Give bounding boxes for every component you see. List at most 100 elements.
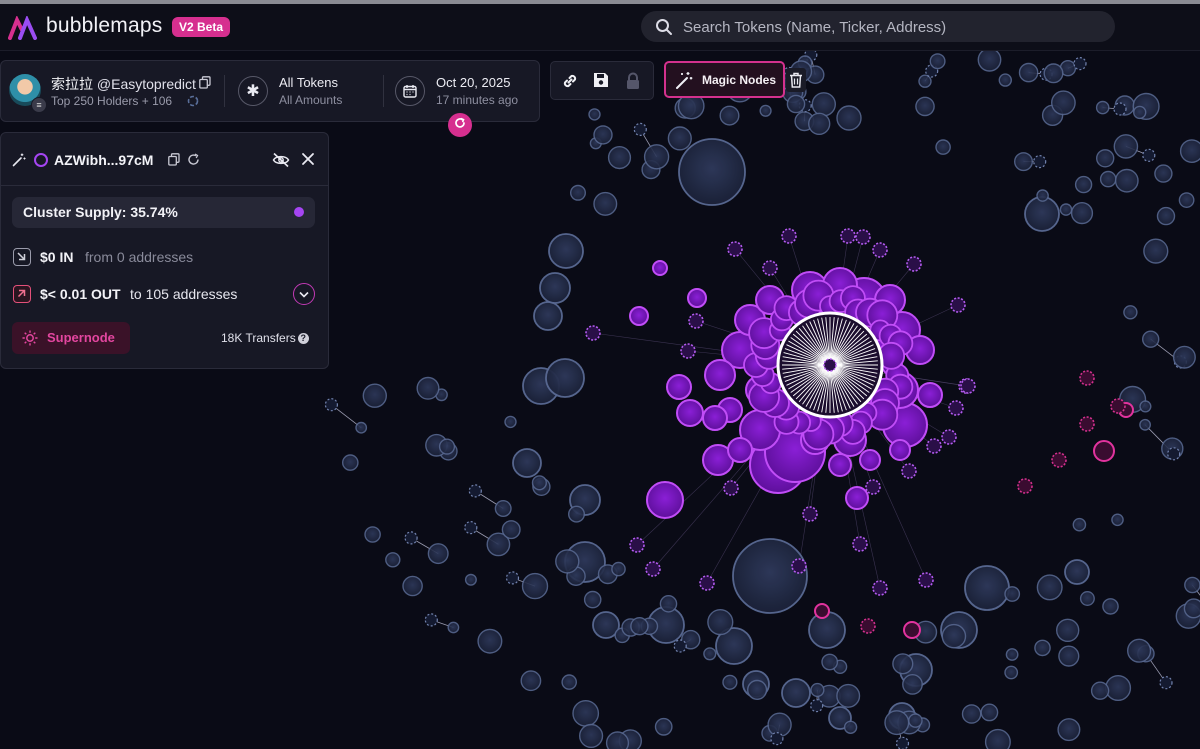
holder-bubble[interactable] <box>1123 305 1138 320</box>
holder-bubble[interactable] <box>1139 400 1152 413</box>
holder-bubble[interactable] <box>1057 718 1081 742</box>
save-icon[interactable] <box>593 72 609 88</box>
holder-bubble[interactable] <box>605 731 630 749</box>
holder-bubble[interactable] <box>732 538 808 614</box>
holder-bubble[interactable] <box>746 679 768 700</box>
holder-bubble[interactable] <box>722 674 738 690</box>
magic-nodes-button[interactable]: Magic Nodes <box>664 61 785 98</box>
holder-bubble[interactable] <box>570 184 587 201</box>
lock-icon[interactable] <box>625 72 641 90</box>
holder-bubble[interactable] <box>1099 170 1117 188</box>
holder-bubble[interactable] <box>810 682 825 698</box>
holder-bubble[interactable] <box>561 674 578 690</box>
holder-bubble[interactable] <box>707 608 734 636</box>
holder-bubble[interactable] <box>1004 665 1019 680</box>
snapshot-date[interactable]: Oct 20, 2025 <box>436 75 510 90</box>
help-icon[interactable]: ? <box>297 333 309 344</box>
holder-bubble[interactable] <box>1105 675 1132 702</box>
copy-icon[interactable] <box>199 76 211 89</box>
holder-bubble[interactable] <box>1095 100 1110 115</box>
holder-bubble[interactable] <box>555 549 580 574</box>
holder-bubble[interactable] <box>781 678 811 708</box>
holder-bubble[interactable] <box>607 146 632 170</box>
holder-bubble[interactable] <box>1004 586 1021 602</box>
holder-bubble[interactable] <box>416 376 440 400</box>
holder-bubble[interactable] <box>1043 63 1064 84</box>
logo-icon[interactable] <box>8 16 40 40</box>
holder-bubble[interactable] <box>998 73 1012 87</box>
holder-bubble[interactable] <box>494 500 512 518</box>
holder-bubble[interactable] <box>821 653 839 671</box>
holder-bubble[interactable] <box>941 623 967 649</box>
holder-bubble[interactable] <box>593 191 618 216</box>
holder-bubble[interactable] <box>385 552 401 568</box>
calendar-icon[interactable] <box>395 76 425 106</box>
close-icon[interactable] <box>301 152 315 166</box>
holder-bubble[interactable] <box>341 454 359 471</box>
holder-bubble[interactable] <box>984 728 1011 749</box>
holder-bubble[interactable] <box>1156 206 1176 226</box>
holder-bubble[interactable] <box>1014 152 1034 172</box>
holder-bubble[interactable] <box>719 105 740 126</box>
external-link-icon[interactable] <box>187 153 200 166</box>
holder-bubble[interactable] <box>1058 645 1080 667</box>
holder-bubble[interactable] <box>1113 134 1139 159</box>
holder-bubble[interactable] <box>402 575 423 597</box>
holder-bubble[interactable] <box>1090 681 1110 700</box>
holder-bubble[interactable] <box>1154 164 1173 183</box>
holder-bubble[interactable] <box>611 561 626 577</box>
holder-bubble[interactable] <box>786 94 806 114</box>
holder-bubble[interactable] <box>1172 345 1196 369</box>
tokens-filter-label[interactable]: All Tokens <box>279 75 338 90</box>
holder-bubble[interactable] <box>1179 139 1200 163</box>
holder-bubble[interactable] <box>808 611 846 649</box>
holder-bubble[interactable] <box>935 139 951 155</box>
holder-bubble[interactable] <box>1139 418 1152 431</box>
holder-bubble[interactable] <box>630 617 649 636</box>
expand-outflows-button[interactable] <box>293 283 315 305</box>
holder-bubble[interactable] <box>533 301 563 331</box>
holder-bubble[interactable] <box>643 144 670 170</box>
holder-bubble[interactable] <box>583 590 602 609</box>
copy-icon[interactable] <box>168 153 180 166</box>
holder-bubble[interactable] <box>572 700 600 727</box>
token-search[interactable] <box>641 11 1115 44</box>
holder-bubble[interactable] <box>364 526 381 543</box>
brand-name[interactable]: bubblemaps <box>46 14 162 38</box>
holder-bubble[interactable] <box>464 573 477 586</box>
holder-bubble[interactable] <box>548 233 584 269</box>
holder-bubble[interactable] <box>1183 598 1200 619</box>
holder-bubble[interactable] <box>1036 574 1063 601</box>
holder-bubble[interactable] <box>915 96 935 117</box>
holder-bubble[interactable] <box>1018 62 1039 83</box>
holder-bubble[interactable] <box>438 438 456 455</box>
holder-bubble[interactable] <box>836 683 861 708</box>
holder-bubble[interactable] <box>811 92 836 117</box>
refresh-button[interactable] <box>448 113 472 137</box>
trash-button[interactable] <box>786 68 806 92</box>
holder-bubble[interactable] <box>843 720 858 734</box>
holder-bubble[interactable] <box>1178 192 1195 209</box>
holder-bubble[interactable] <box>1143 238 1169 264</box>
holder-bubble[interactable] <box>1064 559 1090 585</box>
holder-bubble[interactable] <box>1059 203 1073 216</box>
holder-bubble[interactable] <box>892 653 914 675</box>
holder-bubble[interactable] <box>1024 196 1060 232</box>
holder-bubble[interactable] <box>961 704 982 724</box>
holder-bubble[interactable] <box>521 572 549 600</box>
holder-bubble[interactable] <box>578 723 604 748</box>
holder-bubble[interactable] <box>1102 598 1119 615</box>
link-icon[interactable] <box>561 72 579 90</box>
holder-bubble[interactable] <box>759 104 772 117</box>
holder-bubble[interactable] <box>964 565 1010 611</box>
holder-bubble[interactable] <box>703 647 717 661</box>
user-handle[interactable]: @Easytopredict <box>97 76 196 92</box>
transfers-count[interactable]: 18K Transfers? <box>221 331 309 345</box>
holder-bubble[interactable] <box>501 520 521 540</box>
holder-bubble[interactable] <box>539 272 571 304</box>
holder-bubble[interactable] <box>588 108 601 121</box>
holder-bubble[interactable] <box>1074 175 1093 194</box>
holder-bubble[interactable] <box>767 712 792 737</box>
holder-bubble[interactable] <box>520 670 542 692</box>
holder-bubble[interactable] <box>568 505 586 523</box>
